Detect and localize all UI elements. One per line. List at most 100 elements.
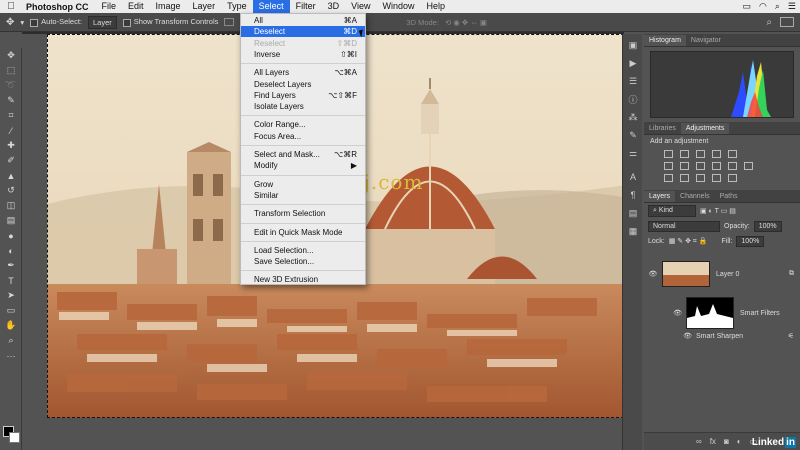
lock-icons[interactable]: ▦ ✎ ✥ ⌗ 🔒 [669,237,708,246]
menu-help[interactable]: Help [420,0,451,13]
brush-tool-icon[interactable]: ✐ [0,153,22,168]
kind-filter-dropdown[interactable]: ⌕ Kind [648,205,696,217]
menu-3d[interactable]: 3D [322,0,346,13]
channel-mixer-icon[interactable] [728,162,737,170]
filter-icons[interactable]: ▣ ◐ T ▭ ▤ [700,207,736,215]
clone-stamp-icon[interactable]: ▲ [0,168,22,183]
eyedropper-tool-icon[interactable]: ⁄ [0,123,22,138]
posterize-icon[interactable] [680,174,689,182]
menu-item-find-layers[interactable]: Find Layers ⌥⇧⌘F [241,90,365,101]
zoom-tool-icon[interactable]: ⌕ [0,333,22,348]
tool-preset-arrow-icon[interactable]: ▾ [20,18,24,27]
menu-filter[interactable]: Filter [290,0,322,13]
menu-view[interactable]: View [345,0,376,13]
menu-item-reselect[interactable]: Reselect ⇧⌘D [241,38,365,49]
vibrance-icon[interactable] [728,150,737,158]
paragraph-icon[interactable]: ¶ [623,186,643,204]
healing-brush-icon[interactable]: ✚ [0,138,22,153]
menu-item-deselect[interactable]: Deselect ⌘D [241,26,365,38]
3d-icon[interactable]: ▦ [623,222,643,240]
menu-item-save-selection[interactable]: Save Selection... [241,256,365,267]
pen-tool-icon[interactable]: ✒ [0,258,22,273]
menu-item-similar[interactable]: Similar [241,190,365,201]
opacity-input[interactable]: 100% [753,221,782,232]
history-brush-icon[interactable]: ↺ [0,183,22,198]
menu-file[interactable]: File [96,0,123,13]
dodge-tool-icon[interactable]: ◐ [0,243,22,258]
add-mask-icon[interactable]: ◙ [724,437,729,446]
type-tool-icon[interactable]: T [0,273,22,288]
curves-icon[interactable] [696,150,705,158]
tab-navigator[interactable]: Navigator [686,35,726,46]
menu-item-new-3d-extrusion[interactable]: New 3D Extrusion [241,274,365,285]
menu-item-focus-area[interactable]: Focus Area... [241,131,365,142]
exposure-icon[interactable] [712,150,721,158]
layer-comps-icon[interactable]: ▤ [623,204,643,222]
selective-color-icon[interactable] [728,174,737,182]
layer-name[interactable]: Layer 0 [716,271,739,278]
history-icon[interactable]: ▣ [623,36,643,54]
menu-item-edit-in-quick-mask-mode[interactable]: Edit in Quick Mask Mode [241,227,365,238]
path-selection-icon[interactable]: ➤ [0,288,22,303]
smart-filters-row[interactable]: 👁 Smart Filters [644,296,800,330]
marquee-tool-icon[interactable]: ⬚ [0,63,22,78]
3d-orbit-icon[interactable]: ⟲ ◉ ✥ ⇔ ▣ [445,18,487,27]
menu-item-load-selection[interactable]: Load Selection... [241,245,365,256]
fx-icon[interactable]: fx [710,437,716,446]
auto-select-dropdown[interactable]: Layer [88,15,117,29]
tab-adjustments[interactable]: Adjustments [680,123,730,134]
link-layers-icon[interactable]: ∞ [696,437,702,446]
workspace-icon[interactable] [780,17,794,27]
menu-type[interactable]: Type [221,0,253,13]
color-swatches[interactable] [3,426,21,444]
photo-filter-icon[interactable] [712,162,721,170]
hand-tool-icon[interactable]: ✋ [0,318,22,333]
search-icon[interactable]: ⌕ [775,1,780,12]
gradient-tool-icon[interactable]: ▤ [0,213,22,228]
tab-layers[interactable]: Layers [644,191,676,202]
menu-item-all-layers[interactable]: All Layers ⌥⌘A [241,67,365,78]
color-lookup-icon[interactable] [744,162,753,170]
auto-select-checkbox[interactable]: Auto-Select: [30,17,82,27]
more-tools-icon[interactable]: ··· [0,348,22,363]
eraser-tool-icon[interactable]: ◫ [0,198,22,213]
brightness-contrast-icon[interactable] [664,150,673,158]
new-adjustment-icon[interactable]: ◐ [737,437,742,446]
tab-histogram[interactable]: Histogram [644,35,686,46]
levels-icon[interactable] [680,150,689,158]
filter-options-icon[interactable]: ⚟ [788,332,794,340]
character-icon[interactable]: A [623,168,643,186]
airplay-icon[interactable]: ▭ [743,1,752,12]
gradient-map-icon[interactable] [712,174,721,182]
blur-tool-icon[interactable]: ● [0,228,22,243]
menu-item-inverse[interactable]: Inverse ⇧⌘I [241,49,365,60]
tab-paths[interactable]: Paths [715,191,743,202]
menu-item-grow[interactable]: Grow [241,179,365,190]
hue-saturation-icon[interactable] [664,162,673,170]
menu-select[interactable]: Select [252,0,290,13]
background-color-swatch[interactable] [9,432,20,443]
move-tool-icon[interactable]: ✥ [6,17,14,28]
brush-presets-icon[interactable]: ✎ [623,126,643,144]
fill-input[interactable]: 100% [736,236,765,247]
color-balance-icon[interactable] [680,162,689,170]
align-top-icon[interactable] [224,18,235,26]
invert-icon[interactable] [664,174,673,182]
blend-mode-dropdown[interactable]: Normal [648,221,720,232]
quick-selection-tool-icon[interactable]: ✎ [0,93,22,108]
apple-icon[interactable]:  [0,1,22,12]
smart-sharpen-eye-icon[interactable]: 👁 [644,332,692,340]
menu-item-transform-selection[interactable]: Transform Selection [241,208,365,219]
properties-icon[interactable]: ☰ [623,72,643,90]
search-icon[interactable]: ⌕ [766,17,772,28]
tab-libraries[interactable]: Libraries [644,123,681,134]
crop-tool-icon[interactable]: ⌗ [0,108,22,123]
rectangle-tool-icon[interactable]: ▭ [0,303,22,318]
smart-filters-eye-icon[interactable]: 👁 [644,309,682,317]
show-transform-checkbox[interactable]: Show Transform Controls [122,17,218,27]
app-name-menu[interactable]: Photoshop CC [22,2,96,12]
play-actions-icon[interactable]: ▶ [623,54,643,72]
lasso-tool-icon[interactable]: ➰ [0,78,22,93]
menu-item-all[interactable]: All ⌘A [241,15,365,26]
brush-settings-icon[interactable]: ⁂ [623,108,643,126]
